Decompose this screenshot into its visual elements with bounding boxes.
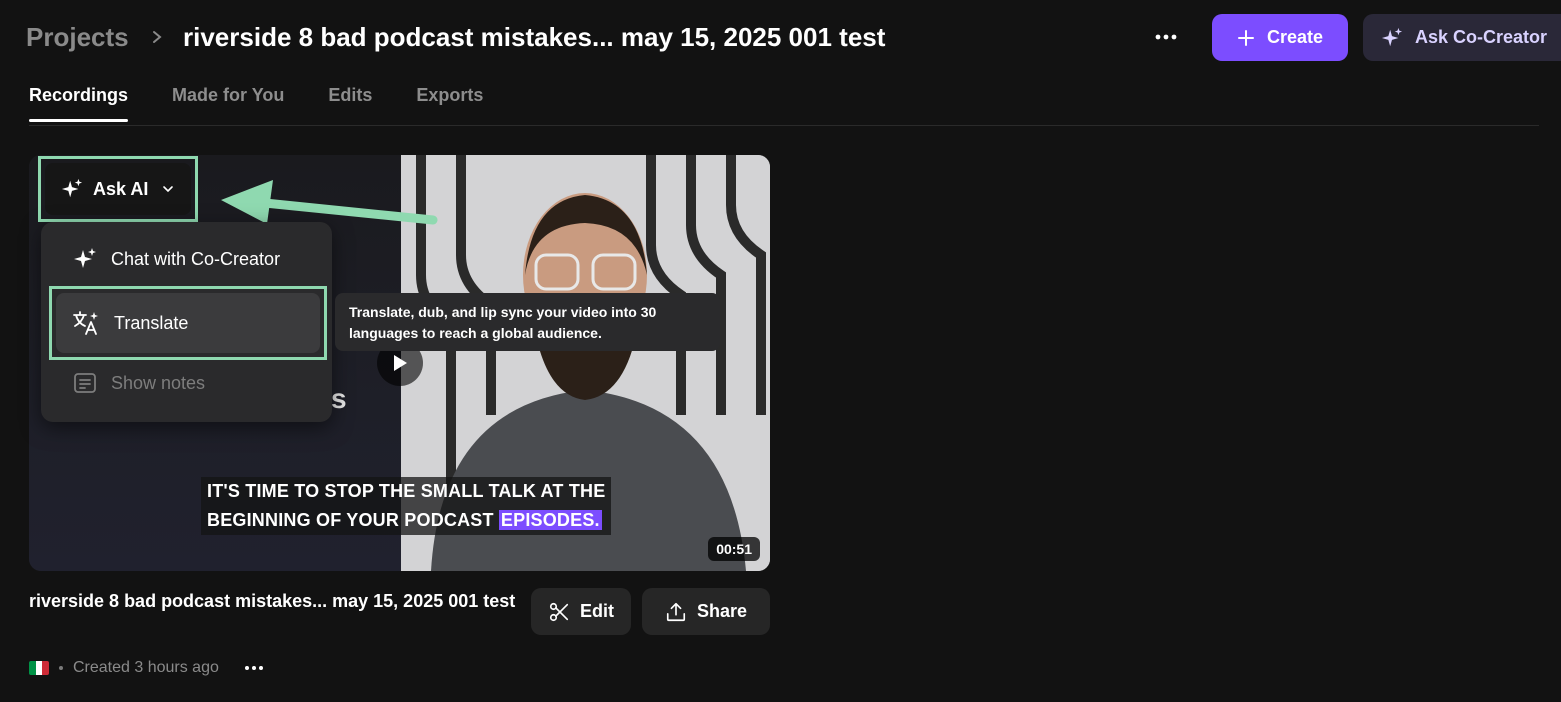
caption-highlight: EPISODES.	[498, 510, 602, 530]
breadcrumb-projects[interactable]: Projects	[26, 20, 129, 54]
ask-ai-label: Ask AI	[93, 178, 149, 199]
edit-button[interactable]: Edit	[531, 588, 631, 635]
share-button[interactable]: Share	[642, 588, 770, 635]
recording-title[interactable]: riverside 8 bad podcast mistakes... may …	[29, 588, 519, 614]
video-caption: IT'S TIME TO STOP THE SMALL TALK AT THE …	[201, 477, 612, 535]
menu-item-label: Show notes	[111, 372, 206, 393]
tab-edits[interactable]: Edits	[328, 82, 372, 122]
tab-recordings[interactable]: Recordings	[29, 82, 129, 122]
upload-icon	[666, 602, 686, 621]
edit-label: Edit	[580, 601, 614, 621]
ask-cocreator-button[interactable]: Ask Co-Creator	[1363, 14, 1561, 61]
more-options-button[interactable]	[1146, 22, 1186, 52]
menu-item-label: Translate	[114, 312, 189, 333]
tab-exports[interactable]: Exports	[416, 82, 483, 122]
menu-item-show-notes[interactable]: Show notes	[55, 358, 317, 408]
sparkle-icon	[61, 178, 83, 198]
scissors-icon	[549, 602, 569, 621]
chevron-right-icon	[153, 31, 162, 43]
page-title: riverside 8 bad podcast mistakes... may …	[183, 22, 886, 52]
ask-ai-highlight: Ask AI	[38, 156, 198, 222]
tab-bar: Recordings Made for You Edits Exports	[29, 82, 483, 122]
duration-badge: 00:51	[708, 537, 760, 561]
tab-divider	[29, 125, 1539, 126]
plus-icon	[1237, 29, 1254, 46]
ellipsis-icon	[1155, 34, 1177, 40]
create-label: Create	[1266, 27, 1324, 47]
sparkle-icon	[1381, 27, 1403, 46]
caption-line-1: IT'S TIME TO STOP THE SMALL TALK AT THE	[207, 481, 606, 501]
sparkle-icon	[74, 248, 96, 268]
menu-item-label: Chat with Co-Creator	[111, 248, 281, 269]
play-icon	[394, 355, 407, 371]
share-label: Share	[696, 601, 748, 621]
ask-ai-button[interactable]: Ask AI	[45, 163, 191, 215]
translate-tooltip: Translate, dub, and lip sync your video …	[335, 293, 720, 351]
menu-item-translate[interactable]: Translate	[56, 293, 320, 353]
separator-dot	[59, 666, 63, 670]
translate-highlight: Translate	[49, 286, 327, 360]
italy-flag-icon	[29, 661, 49, 675]
recording-meta: Created 3 hours ago	[29, 659, 267, 677]
chevron-down-icon	[163, 186, 174, 193]
caption-line-2: BEGINNING OF YOUR PODCAST EPISODES.	[207, 510, 602, 530]
ask-cocreator-label: Ask Co-Creator	[1415, 27, 1548, 47]
thumbnail-title-fragment: s	[331, 383, 347, 414]
notes-icon	[74, 373, 96, 393]
menu-item-chat-cocreator[interactable]: Chat with Co-Creator	[55, 234, 317, 284]
recording-more-button[interactable]	[241, 662, 267, 674]
tab-made-for-you[interactable]: Made for You	[172, 82, 284, 122]
create-button[interactable]: Create	[1212, 14, 1348, 61]
translate-icon	[73, 311, 98, 335]
created-timestamp: Created 3 hours ago	[73, 659, 219, 676]
